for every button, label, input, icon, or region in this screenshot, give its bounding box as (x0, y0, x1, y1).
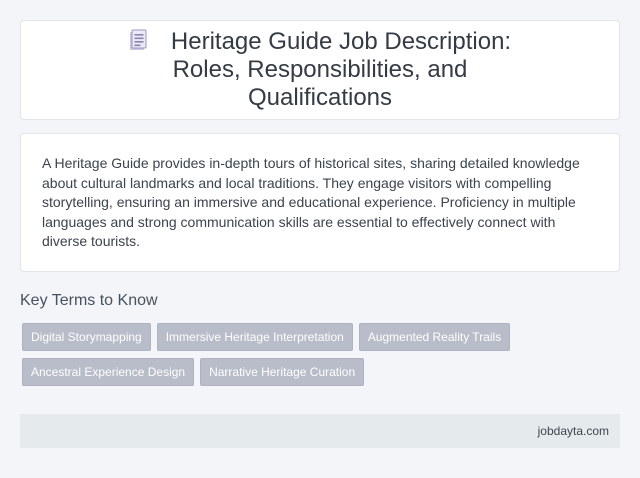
key-term-tag: Augmented Reality Trails (358, 323, 511, 351)
key-term-tag: Narrative Heritage Curation (200, 358, 365, 386)
key-terms-heading: Key Terms to Know (20, 292, 158, 309)
job-description: A Heritage Guide provides in-depth tours… (42, 155, 580, 249)
key-terms-list: Digital Storymapping Immersive Heritage … (22, 323, 562, 386)
document-icon (129, 29, 147, 50)
footer: jobdayta.com (20, 414, 620, 448)
key-term-tag: Ancestral Experience Design (22, 358, 195, 386)
title-card: Heritage Guide Job Description: Roles, R… (20, 20, 620, 120)
description-card: A Heritage Guide provides in-depth tours… (20, 133, 620, 272)
key-term-tag: Immersive Heritage Interpretation (156, 323, 353, 351)
page-title: Heritage Guide Job Description: Roles, R… (170, 28, 512, 111)
page-title-wrap: Heritage Guide Job Description: Roles, R… (100, 28, 540, 112)
key-term-tag: Digital Storymapping (22, 323, 151, 351)
footer-source: jobdayta.com (537, 424, 609, 438)
